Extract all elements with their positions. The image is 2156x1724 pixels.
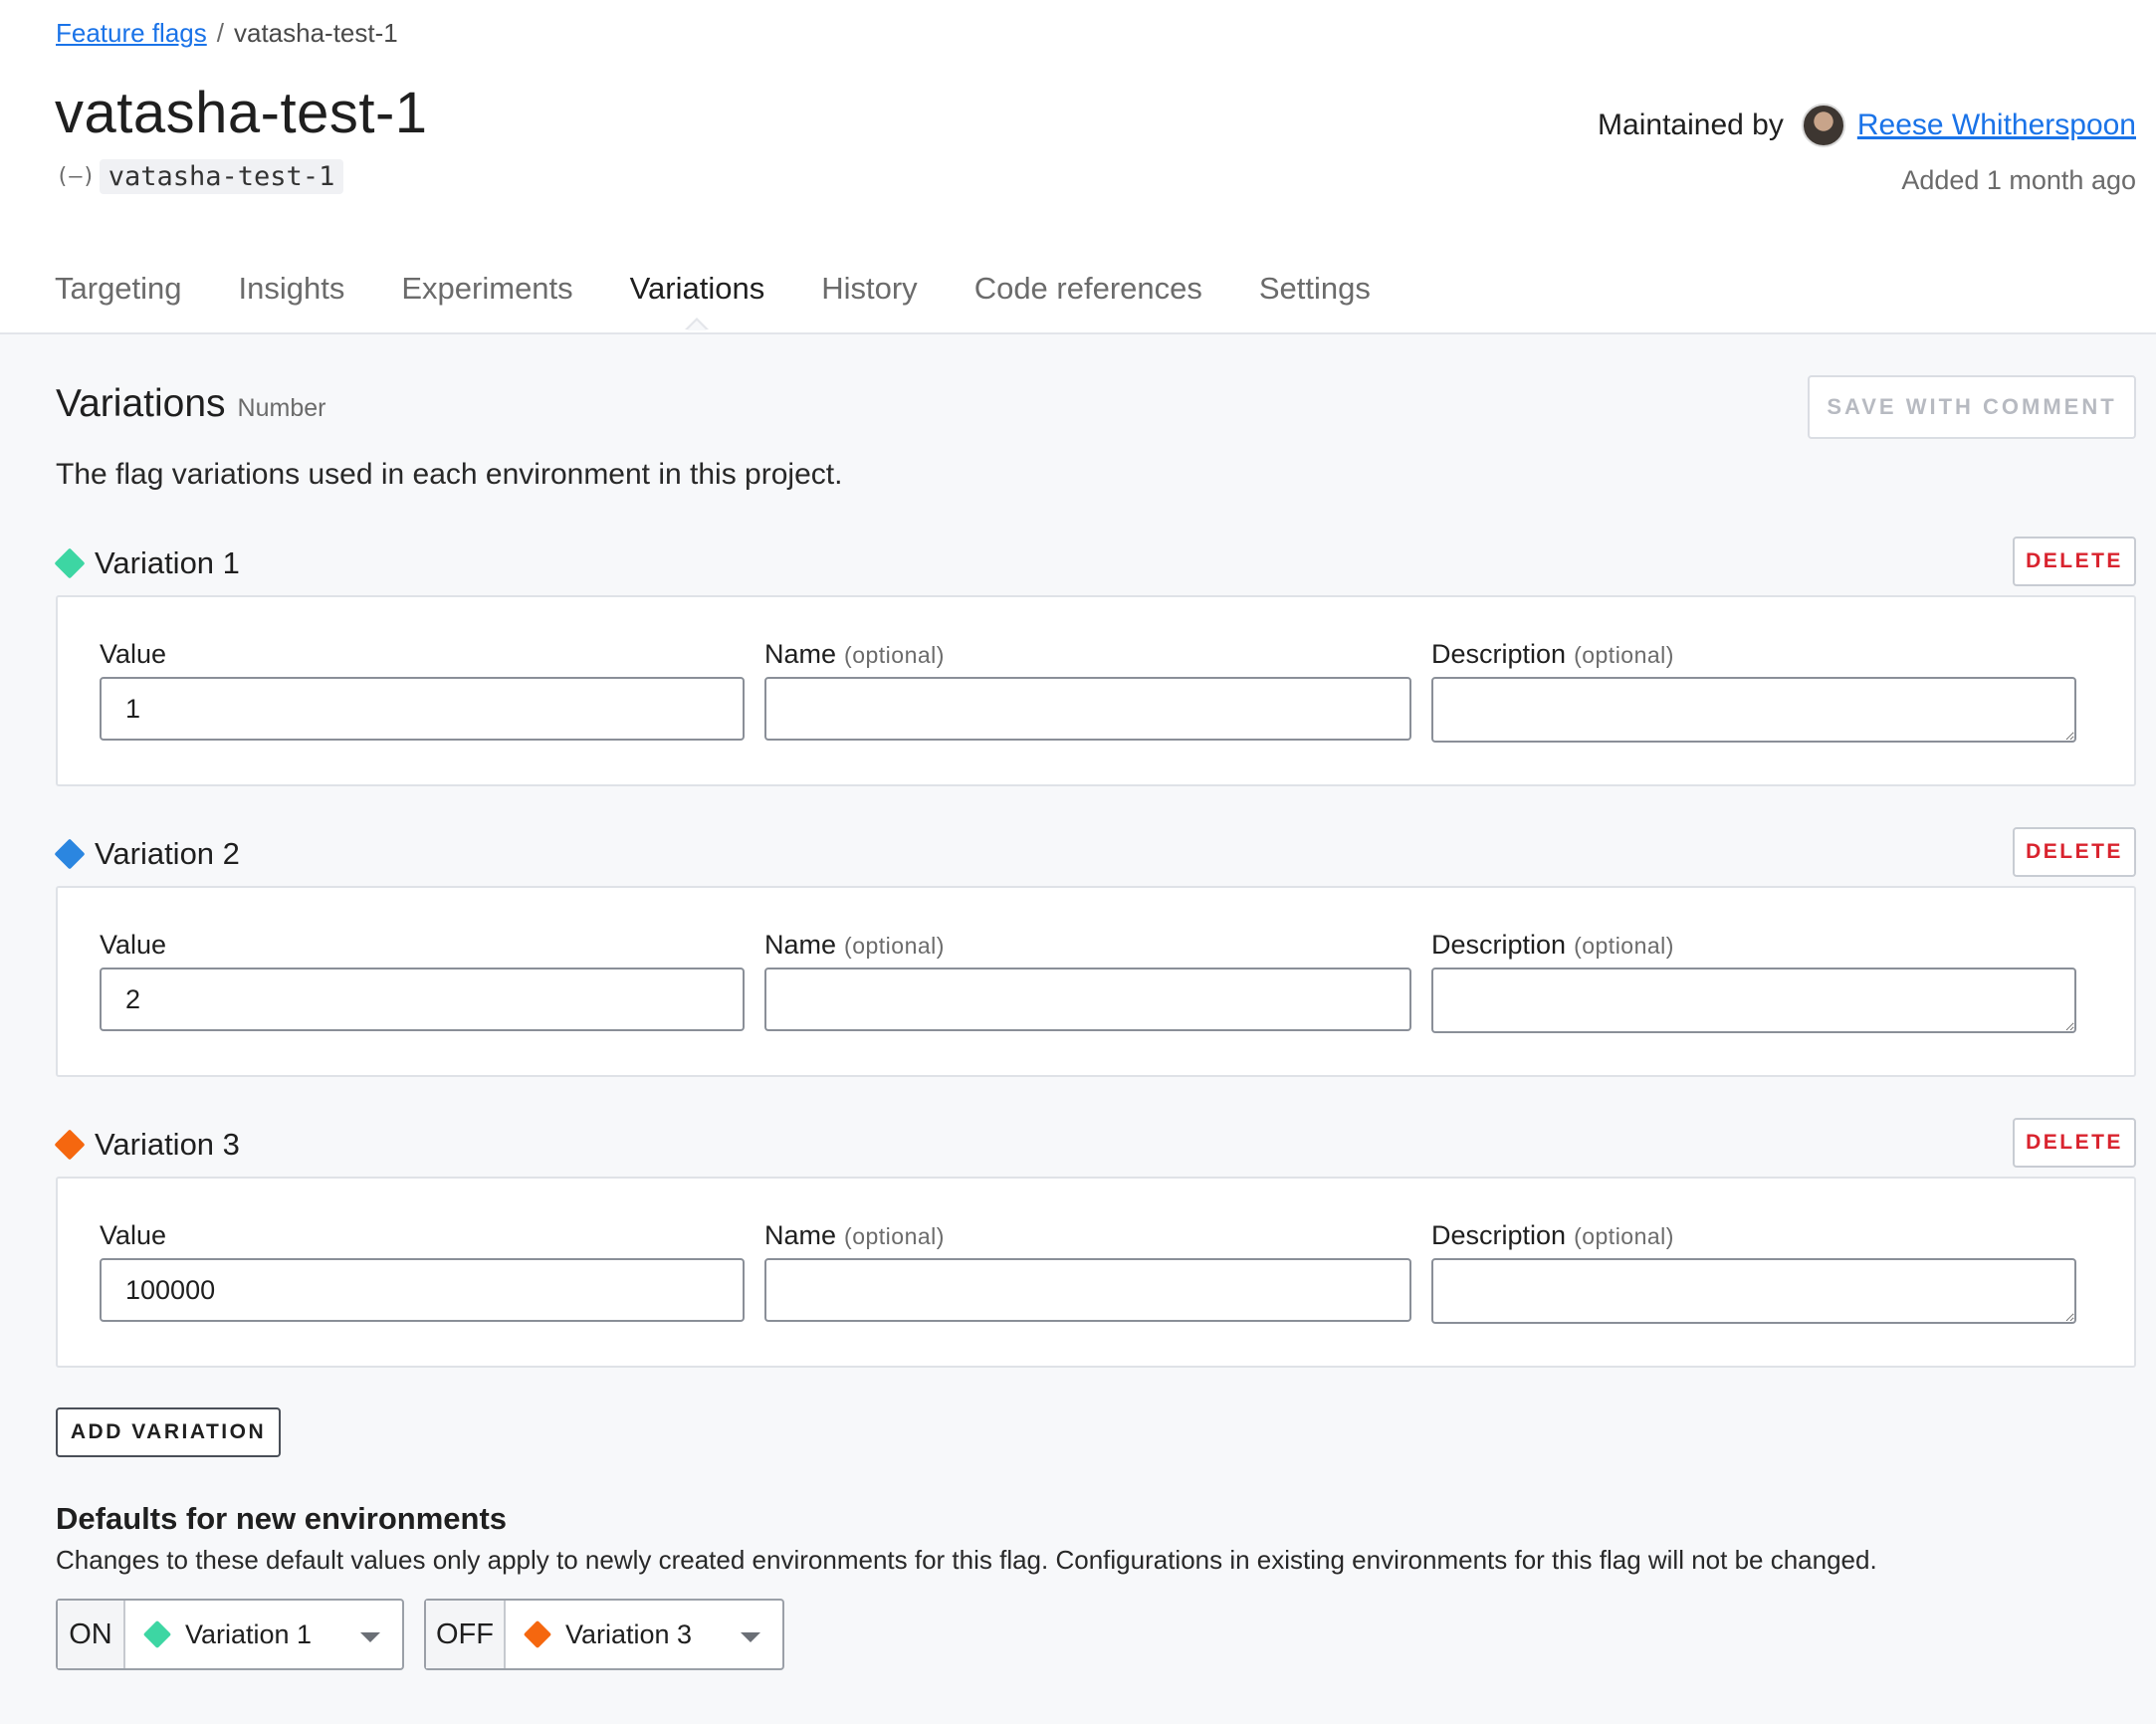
selected-variation-label: Variation 3: [565, 1618, 693, 1649]
variation-2-card: Value Name (optional) Description (optiona…: [56, 886, 2136, 1077]
name-label: Name: [764, 639, 837, 669]
add-variation-button[interactable]: ADD VARIATION: [56, 1407, 281, 1457]
tab-variations[interactable]: Variations: [630, 271, 764, 330]
section-heading: Variations: [56, 382, 226, 425]
variation-2-value-input[interactable]: [100, 968, 745, 1031]
optional-hint: (optional): [844, 642, 945, 668]
section-intro: The flag variations used in each environ…: [56, 458, 843, 491]
flag-type-label: Number: [237, 394, 326, 422]
variation-1-diamond-icon: [142, 1619, 172, 1649]
variation-header: Variation 2: [54, 836, 240, 872]
tab-targeting[interactable]: Targeting: [55, 271, 182, 307]
off-state-label: OFF: [426, 1601, 506, 1668]
tab-code-references[interactable]: Code references: [974, 271, 1202, 307]
variation-label: Variation 3: [95, 1127, 240, 1162]
on-state-label: ON: [58, 1601, 125, 1668]
variation-3-card: Value Name (optional) Description (optiona…: [56, 1177, 2136, 1368]
value-field: Value: [100, 930, 745, 1031]
maintainer: Maintained by Reese Whitherspoon: [1598, 104, 2136, 147]
default-off-variation-select[interactable]: OFF Variation 3: [424, 1599, 784, 1670]
breadcrumb-feature-flags-link[interactable]: Feature flags: [56, 18, 207, 48]
variation-3-name-input[interactable]: [764, 1258, 1411, 1322]
description-label: Description: [1431, 639, 1567, 669]
variation-3-description-input[interactable]: [1431, 1258, 2076, 1324]
flag-key: (–) vatasha-test-1: [56, 159, 344, 194]
selected-variation-label: Variation 1: [185, 1618, 313, 1649]
optional-hint: (optional): [1574, 642, 1674, 668]
variation-2-description-input[interactable]: [1431, 968, 2076, 1033]
flag-header: Feature flags / vatasha-test-1 vatasha-tes…: [0, 0, 2156, 334]
tab-experiments[interactable]: Experiments: [401, 271, 572, 307]
variations-panel: Variations Number SAVE WITH COMMENT The …: [0, 334, 2156, 1724]
optional-hint: (optional): [1574, 1223, 1674, 1249]
description-label: Description: [1431, 1220, 1567, 1250]
chevron-down-icon[interactable]: [741, 1632, 760, 1642]
breadcrumb-current: vatasha-test-1: [233, 18, 398, 48]
tab-bar: Targeting Insights Experiments Variation…: [55, 271, 1427, 330]
optional-hint: (optional): [1574, 933, 1674, 959]
selected-variation[interactable]: Variation 3: [506, 1601, 782, 1668]
variation-3-diamond-icon: [54, 1129, 86, 1161]
variation-2-diamond-icon: [54, 838, 86, 870]
variation-1-name-input[interactable]: [764, 677, 1411, 741]
value-label: Value: [100, 1220, 167, 1250]
name-field: Name (optional): [764, 1220, 1411, 1322]
variation-1-diamond-icon: [54, 547, 86, 579]
optional-hint: (optional): [844, 1223, 945, 1249]
defaults-description: Changes to these default values only app…: [56, 1545, 1877, 1575]
variation-2-name-input[interactable]: [764, 968, 1411, 1031]
variation-3-diamond-icon: [523, 1619, 552, 1649]
value-field: Value: [100, 1220, 745, 1322]
avatar: [1801, 104, 1845, 147]
flag-key-code[interactable]: vatasha-test-1: [99, 159, 344, 194]
variation-header: Variation 1: [54, 545, 240, 581]
name-label: Name: [764, 930, 837, 960]
variation-header: Variation 3: [54, 1127, 240, 1163]
value-field: Value: [100, 639, 745, 741]
defaults-heading: Defaults for new environments: [56, 1501, 508, 1536]
variation-1-card: Value Name (optional) Description (optiona…: [56, 595, 2136, 786]
description-field: Description (optional): [1431, 930, 2076, 1033]
maintainer-link[interactable]: Reese Whitherspoon: [1857, 108, 2136, 142]
variation-3-value-input[interactable]: [100, 1258, 745, 1322]
toggle-icon: (–): [56, 164, 96, 189]
description-field: Description (optional): [1431, 639, 2076, 743]
optional-hint: (optional): [844, 933, 945, 959]
delete-variation-2-button[interactable]: DELETE: [2013, 827, 2136, 877]
breadcrumb-separator: /: [216, 18, 224, 48]
tab-settings[interactable]: Settings: [1259, 271, 1371, 307]
section-title: Variations Number: [56, 382, 325, 426]
value-label: Value: [100, 639, 167, 669]
save-with-comment-button[interactable]: SAVE WITH COMMENT: [1808, 375, 2136, 439]
tab-insights[interactable]: Insights: [239, 271, 345, 307]
name-label: Name: [764, 1220, 837, 1250]
variation-1-value-input[interactable]: [100, 677, 745, 741]
name-field: Name (optional): [764, 639, 1411, 741]
description-label: Description: [1431, 930, 1567, 960]
variation-1-description-input[interactable]: [1431, 677, 2076, 743]
delete-variation-1-button[interactable]: DELETE: [2013, 537, 2136, 586]
value-label: Value: [100, 930, 167, 960]
variation-label: Variation 1: [95, 545, 240, 580]
chevron-down-icon[interactable]: [360, 1632, 380, 1642]
name-field: Name (optional): [764, 930, 1411, 1031]
selected-variation[interactable]: Variation 1: [125, 1601, 402, 1668]
default-on-variation-select[interactable]: ON Variation 1: [56, 1599, 404, 1670]
page-title: vatasha-test-1: [55, 81, 428, 145]
tab-history[interactable]: History: [821, 271, 917, 307]
description-field: Description (optional): [1431, 1220, 2076, 1324]
delete-variation-3-button[interactable]: DELETE: [2013, 1118, 2136, 1168]
added-timestamp: Added 1 month ago: [1901, 165, 2136, 195]
maintained-by-label: Maintained by: [1598, 108, 1784, 141]
variation-label: Variation 2: [95, 836, 240, 871]
breadcrumb: Feature flags / vatasha-test-1: [56, 18, 398, 49]
